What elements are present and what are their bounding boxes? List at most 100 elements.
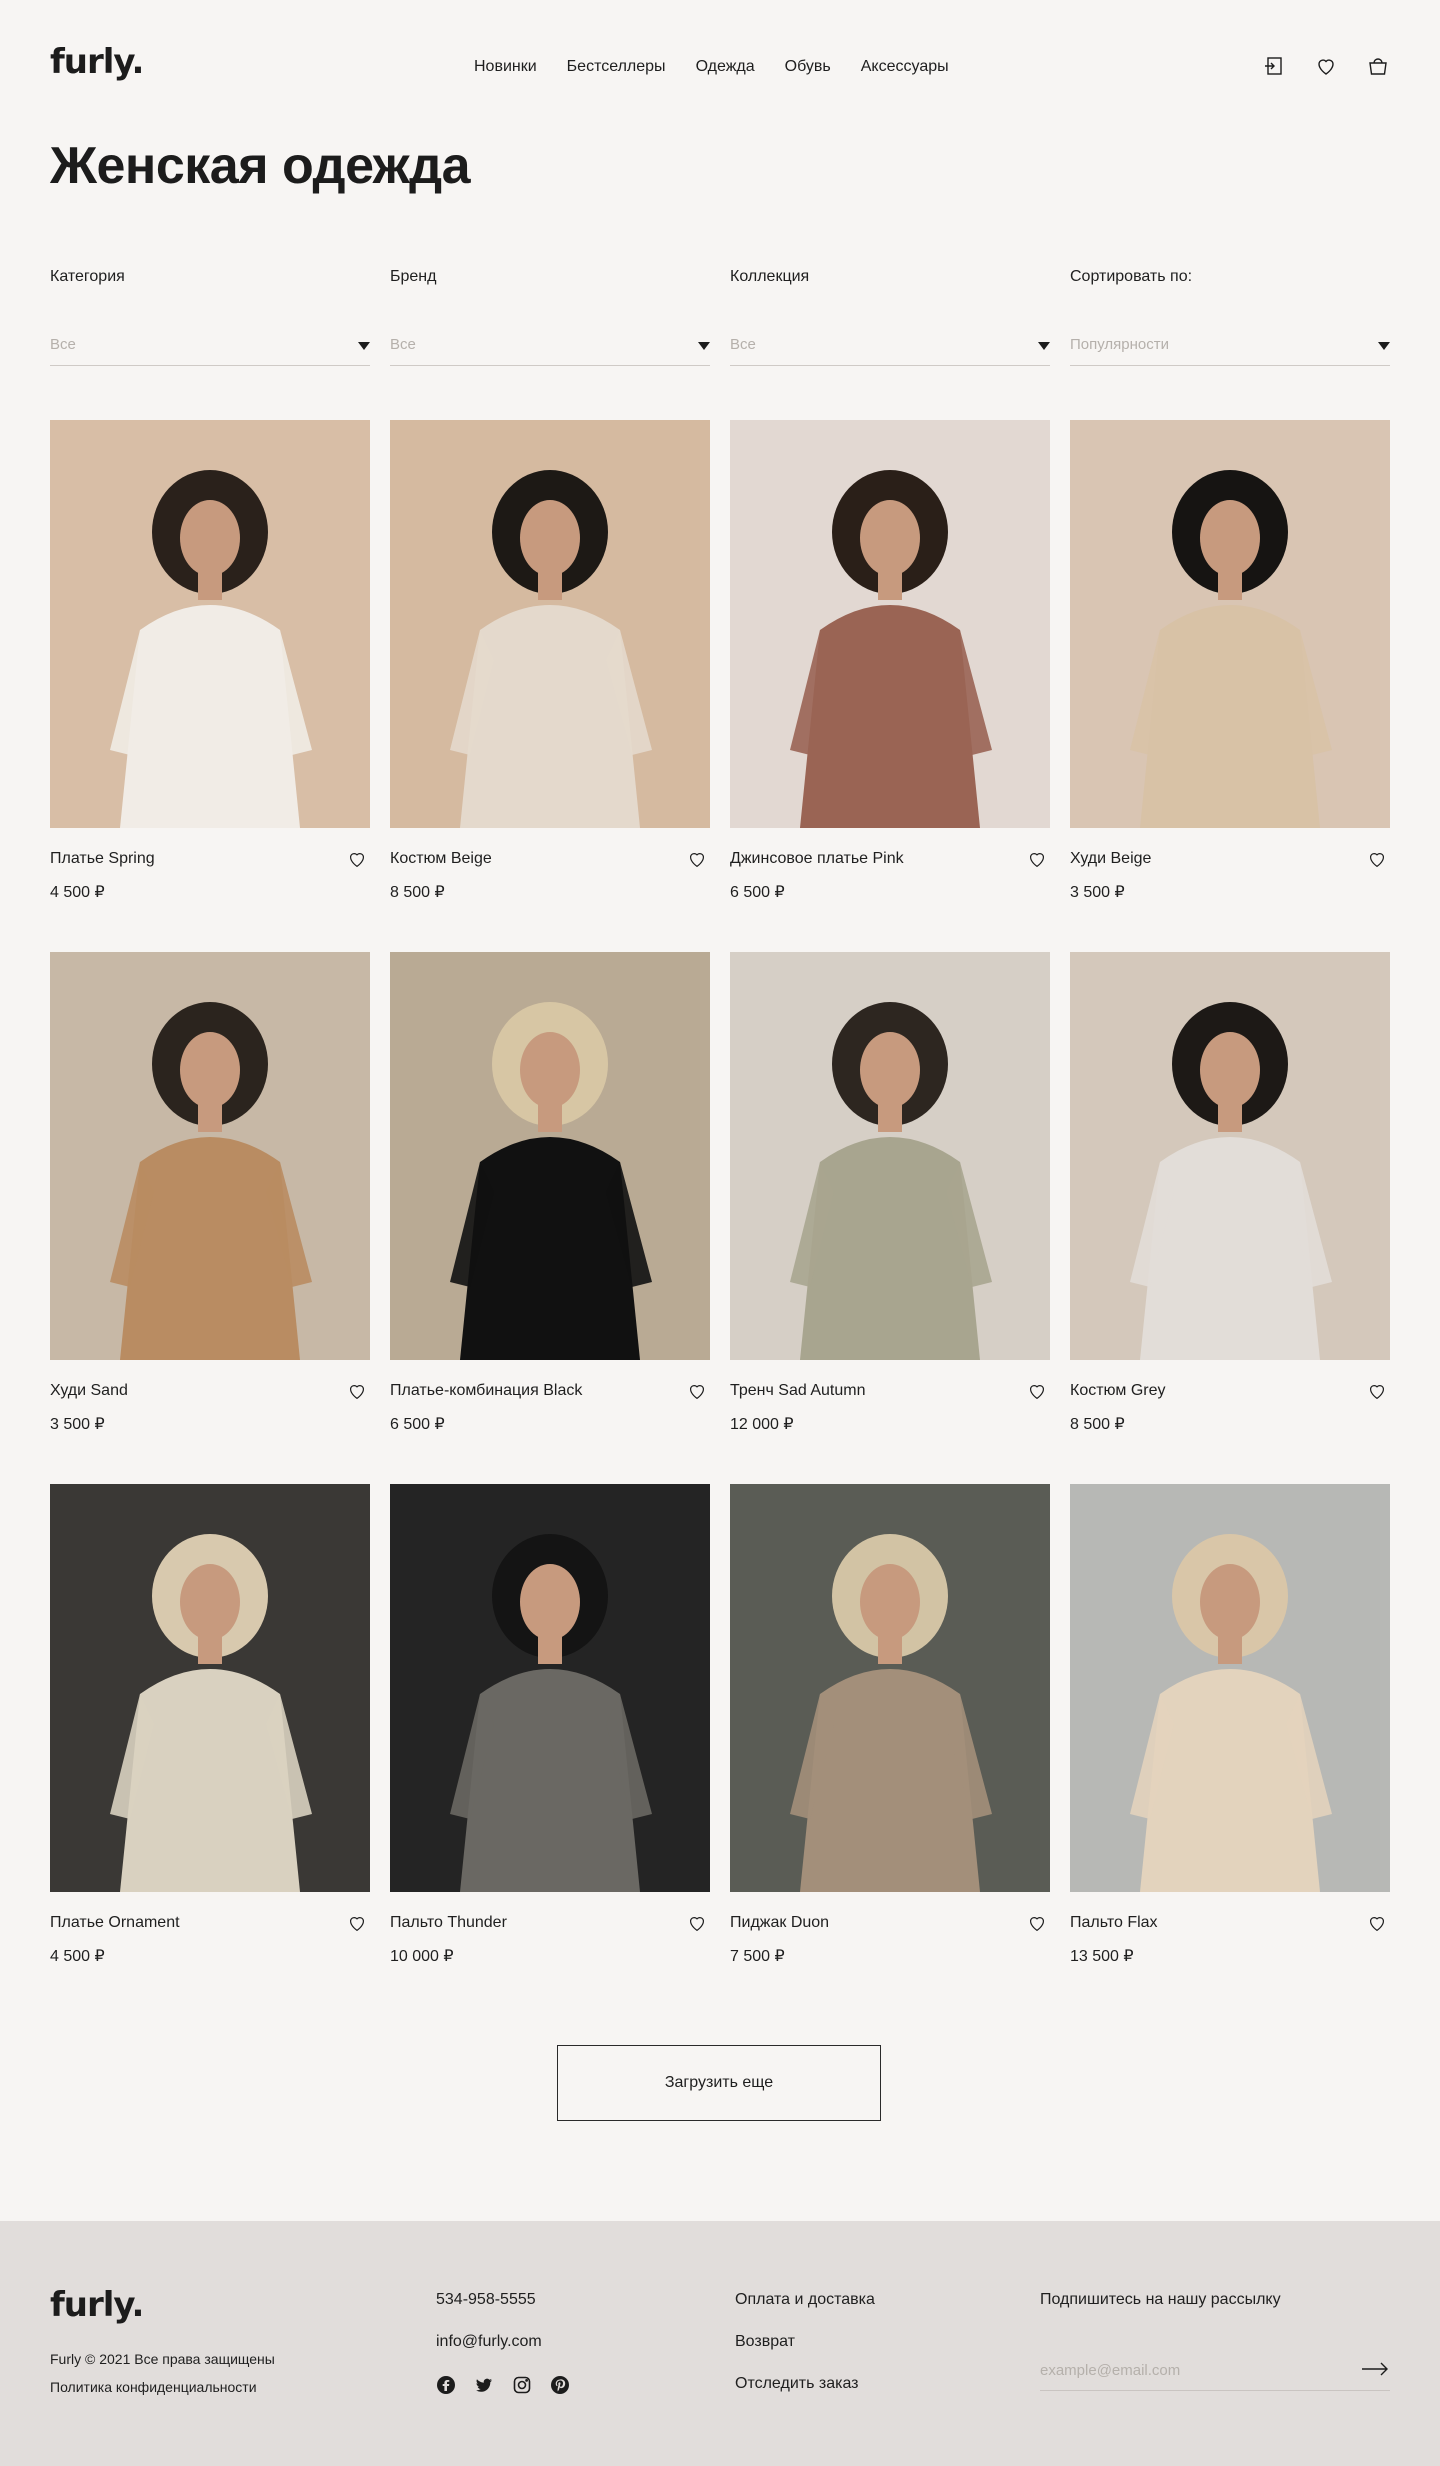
filter-label: Коллекция (730, 268, 810, 285)
nav-new[interactable]: Новинки (474, 58, 537, 76)
heart-icon[interactable] (1026, 1380, 1048, 1402)
product-name[interactable]: Пиджак Duon (730, 1914, 829, 1932)
arrow-right-icon[interactable] (1360, 2359, 1390, 2379)
page: furly. Новинки Бестселлеры Одежда Обувь … (0, 0, 1440, 2466)
product-price: 12 000 ₽ (730, 1416, 794, 1433)
newsletter-title: Подпишитесь на нашу рассылку (1040, 2291, 1281, 2308)
product-name[interactable]: Пальто Thunder (390, 1914, 507, 1932)
heart-icon[interactable] (346, 1380, 368, 1402)
sort-select[interactable]: Популярности (1070, 328, 1390, 366)
model-figure (1130, 1002, 1332, 1360)
product-photo[interactable] (390, 1484, 710, 1892)
heart-icon[interactable] (346, 1912, 368, 1934)
caret-down-icon (358, 342, 370, 350)
model-figure (1130, 470, 1332, 828)
privacy-policy-link[interactable]: Политика конфиденциальности (50, 2379, 257, 2395)
product-price: 3 500 ₽ (1070, 884, 1125, 901)
heart-icon[interactable] (686, 1912, 708, 1934)
product-card[interactable]: Джинсовое платье Pink 6 500 ₽ (730, 420, 1050, 952)
nav-accessories[interactable]: Аксессуары (861, 58, 949, 76)
logo[interactable]: furly. (50, 42, 144, 82)
product-card[interactable]: Худи Sand 3 500 ₽ (50, 952, 370, 1484)
product-card[interactable]: Платье-комбинация Black 6 500 ₽ (390, 952, 710, 1484)
heart-icon[interactable] (1366, 848, 1388, 870)
product-photo[interactable] (1070, 952, 1390, 1360)
category-select[interactable]: Все (50, 328, 370, 366)
collection-select[interactable]: Все (730, 328, 1050, 366)
delivery-link[interactable]: Оплата и доставка (735, 2291, 875, 2309)
model-figure (110, 1534, 312, 1892)
heart-icon[interactable] (686, 848, 708, 870)
login-icon[interactable] (1262, 54, 1286, 78)
product-card[interactable]: Тренч Sad Autumn 12 000 ₽ (730, 952, 1050, 1484)
product-grid: Платье Spring 4 500 ₽ Костюм Beige 8 500… (50, 420, 1390, 2016)
load-more-button[interactable]: Загрузить еще (557, 2045, 881, 2121)
filter-value: Все (730, 336, 756, 353)
product-photo[interactable] (730, 952, 1050, 1360)
nav-bestsellers[interactable]: Бестселлеры (567, 58, 666, 76)
product-card[interactable]: Платье Spring 4 500 ₽ (50, 420, 370, 952)
filter-collection: Коллекция Все (730, 268, 1050, 366)
product-card[interactable]: Пальто Thunder 10 000 ₽ (390, 1484, 710, 2016)
model-figure (450, 470, 652, 828)
model-figure (110, 470, 312, 828)
product-card[interactable]: Худи Beige 3 500 ₽ (1070, 420, 1390, 952)
footer-phone[interactable]: 534-958-5555 (436, 2291, 536, 2309)
product-name[interactable]: Платье Ornament (50, 1914, 180, 1932)
heart-icon[interactable] (1366, 1912, 1388, 1934)
filter-category: Категория Все (50, 268, 370, 366)
product-name[interactable]: Джинсовое платье Pink (730, 850, 904, 868)
model-figure (110, 1002, 312, 1360)
product-card[interactable]: Костюм Beige 8 500 ₽ (390, 420, 710, 952)
product-photo[interactable] (1070, 1484, 1390, 1892)
product-photo[interactable] (730, 1484, 1050, 1892)
footer-logo[interactable]: furly. (50, 2285, 144, 2325)
return-link[interactable]: Возврат (735, 2333, 795, 2351)
model-figure (450, 1534, 652, 1892)
product-name[interactable]: Костюм Beige (390, 850, 492, 868)
heart-icon[interactable] (1026, 1912, 1048, 1934)
product-name[interactable]: Пальто Flax (1070, 1914, 1158, 1932)
twitter-icon[interactable] (474, 2375, 494, 2395)
newsletter-form (1040, 2351, 1390, 2391)
product-name[interactable]: Костюм Grey (1070, 1382, 1165, 1400)
heart-icon[interactable] (1366, 1380, 1388, 1402)
product-card[interactable]: Платье Ornament 4 500 ₽ (50, 1484, 370, 2016)
instagram-icon[interactable] (512, 2375, 532, 2395)
product-name[interactable]: Худи Sand (50, 1382, 128, 1400)
product-photo[interactable] (50, 1484, 370, 1892)
model-figure (790, 470, 992, 828)
brand-select[interactable]: Все (390, 328, 710, 366)
product-name[interactable]: Тренч Sad Autumn (730, 1382, 865, 1400)
product-photo[interactable] (50, 420, 370, 828)
product-card[interactable]: Пиджак Duon 7 500 ₽ (730, 1484, 1050, 2016)
track-order-link[interactable]: Отследить заказ (735, 2375, 859, 2393)
pinterest-icon[interactable] (550, 2375, 570, 2395)
product-price: 6 500 ₽ (730, 884, 785, 901)
product-name[interactable]: Худи Beige (1070, 850, 1151, 868)
heart-icon[interactable] (1026, 848, 1048, 870)
product-photo[interactable] (50, 952, 370, 1360)
bag-icon[interactable] (1366, 54, 1390, 78)
product-photo[interactable] (1070, 420, 1390, 828)
heart-icon[interactable] (686, 1380, 708, 1402)
product-photo[interactable] (730, 420, 1050, 828)
product-card[interactable]: Костюм Grey 8 500 ₽ (1070, 952, 1390, 1484)
nav-shoes[interactable]: Обувь (785, 58, 831, 76)
model-figure (790, 1002, 992, 1360)
footer-email[interactable]: info@furly.com (436, 2333, 542, 2351)
product-price: 3 500 ₽ (50, 1416, 105, 1433)
heart-icon[interactable] (346, 848, 368, 870)
product-photo[interactable] (390, 420, 710, 828)
model-figure (1130, 1534, 1332, 1892)
product-card[interactable]: Пальто Flax 13 500 ₽ (1070, 1484, 1390, 2016)
facebook-icon[interactable] (436, 2375, 456, 2395)
product-photo[interactable] (390, 952, 710, 1360)
product-name[interactable]: Платье-комбинация Black (390, 1382, 582, 1400)
heart-icon[interactable] (1314, 54, 1338, 78)
nav-clothing[interactable]: Одежда (696, 58, 755, 76)
filter-brand: Бренд Все (390, 268, 710, 366)
caret-down-icon (1038, 342, 1050, 350)
product-name[interactable]: Платье Spring (50, 850, 155, 868)
newsletter-email-input[interactable] (1040, 2357, 1340, 2383)
